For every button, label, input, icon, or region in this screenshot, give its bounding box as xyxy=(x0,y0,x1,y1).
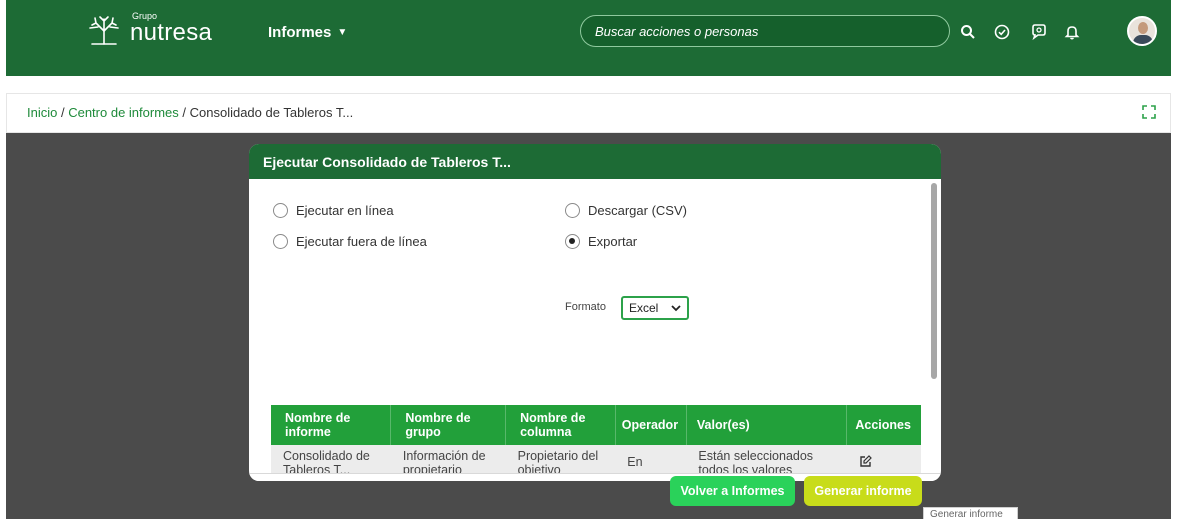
top-navbar: Grupo nutresa Informes ▼ Buscar acciones… xyxy=(6,0,1171,76)
radio-export-label: Exportar xyxy=(588,234,638,249)
chat-icon[interactable] xyxy=(1029,22,1049,42)
breadcrumb-bar: Inicio / Centro de informes / Consolidad… xyxy=(6,93,1171,133)
breadcrumb-current: Consolidado de Tableros T... xyxy=(189,105,354,120)
col-header: Nombre de columna xyxy=(505,405,616,445)
col-header: Nombre de grupo xyxy=(390,405,506,445)
modal-title: Ejecutar Consolidado de Tableros T... xyxy=(249,144,941,179)
generate-report-button[interactable]: Generar informe xyxy=(804,476,922,506)
informes-menu-label: Informes xyxy=(268,24,332,41)
radio-on-icon xyxy=(565,234,580,249)
col-header: Acciones xyxy=(846,405,921,445)
radio-export[interactable]: Exportar xyxy=(565,234,637,249)
format-label: Formato xyxy=(565,301,606,313)
logo[interactable]: Grupo nutresa xyxy=(84,12,212,45)
format-select[interactable]: Excel xyxy=(621,296,689,320)
logo-name: nutresa xyxy=(130,19,213,46)
radio-run-offline-label: Ejecutar fuera de línea xyxy=(296,234,427,249)
radio-off-icon xyxy=(565,203,580,218)
radio-run-online[interactable]: Ejecutar en línea xyxy=(273,203,394,218)
search-input[interactable]: Buscar acciones o personas xyxy=(580,15,950,47)
radio-off-icon xyxy=(273,203,288,218)
modal-body: Ejecutar en línea Ejecutar fuera de líne… xyxy=(249,179,941,481)
col-header: Nombre de informe xyxy=(271,405,391,445)
expand-icon[interactable] xyxy=(1142,105,1156,119)
avatar-body xyxy=(1133,35,1153,44)
bell-icon[interactable] xyxy=(1062,22,1082,42)
breadcrumb: Inicio / Centro de informes / Consolidad… xyxy=(27,105,353,120)
format-select-value: Excel xyxy=(629,301,659,315)
modal-scrollbar[interactable] xyxy=(931,183,937,379)
breadcrumb-center-link[interactable]: Centro de informes xyxy=(68,105,179,120)
col-header: Operador xyxy=(614,405,687,445)
back-to-reports-button[interactable]: Volver a Informes xyxy=(670,476,795,506)
breadcrumb-separator: / xyxy=(178,105,190,120)
tooltip: Generar informe xyxy=(923,507,1018,519)
breadcrumb-home-link[interactable]: Inicio xyxy=(27,105,57,120)
run-report-modal: Ejecutar Consolidado de Tableros T... Ej… xyxy=(249,144,941,481)
report-filters-table: Nombre de informe Nombre de grupo Nombre… xyxy=(271,405,921,481)
table-header-row: Nombre de informe Nombre de grupo Nombre… xyxy=(271,405,921,445)
informes-menu[interactable]: Informes ▼ xyxy=(268,24,347,41)
breadcrumb-separator: / xyxy=(57,105,69,120)
radio-run-offline[interactable]: Ejecutar fuera de línea xyxy=(273,234,427,249)
avatar[interactable] xyxy=(1127,16,1157,46)
edit-icon[interactable] xyxy=(859,455,872,468)
radio-run-online-label: Ejecutar en línea xyxy=(296,203,394,218)
search-icon[interactable] xyxy=(958,22,978,42)
tree-logo-icon xyxy=(89,16,119,45)
caret-down-icon: ▼ xyxy=(337,27,348,38)
avatar-head xyxy=(1138,22,1148,34)
check-circle-icon[interactable] xyxy=(992,22,1012,42)
radio-download-csv-label: Descargar (CSV) xyxy=(588,203,687,218)
radio-download-csv[interactable]: Descargar (CSV) xyxy=(565,203,687,218)
chevron-down-icon xyxy=(671,305,681,312)
col-header: Valor(es) xyxy=(685,405,847,445)
radio-off-icon xyxy=(273,234,288,249)
